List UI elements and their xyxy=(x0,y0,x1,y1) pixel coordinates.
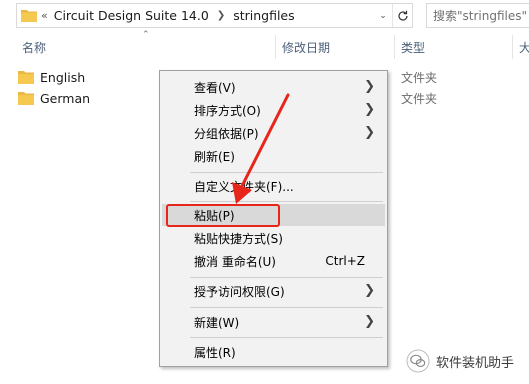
annotation-arrow-icon xyxy=(232,93,290,204)
watermark-text: 软件装机助手 xyxy=(436,355,515,371)
watermark: 软件装机助手 xyxy=(406,349,514,373)
wechat-logo-icon xyxy=(406,349,430,373)
